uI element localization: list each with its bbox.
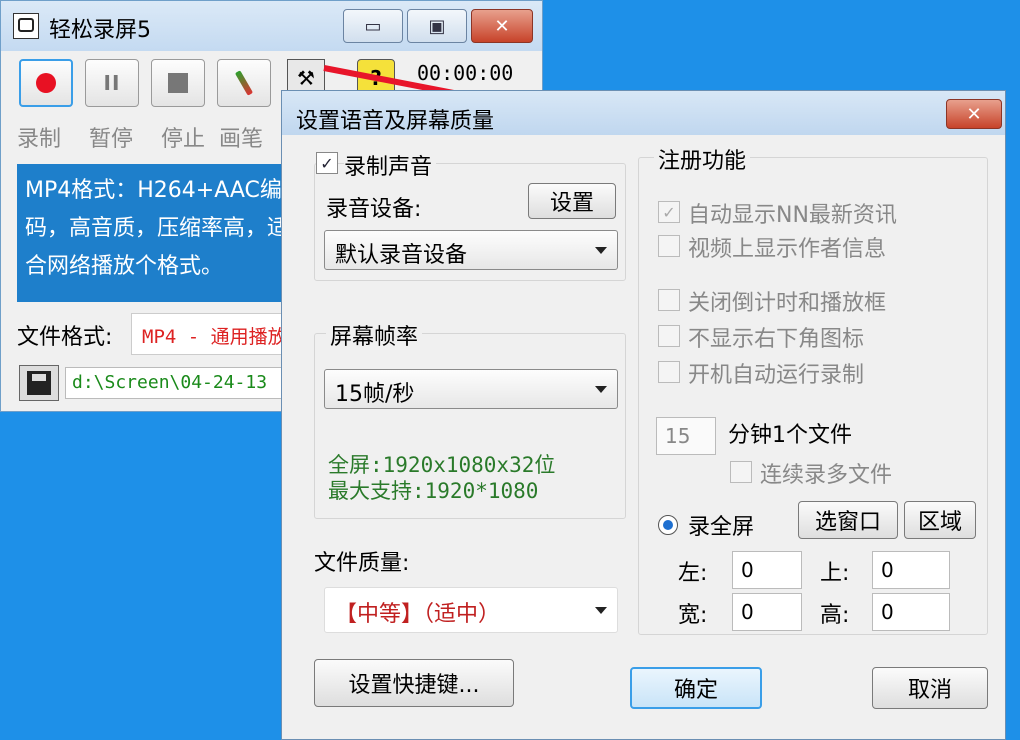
ok-button[interactable]: 确定 [630, 667, 762, 709]
audio-device-select[interactable]: 默认录音设备 [324, 230, 618, 270]
option-author-label: 视频上显示作者信息 [688, 237, 887, 262]
top-label: 上: [820, 561, 850, 586]
label-record: 录制 [17, 127, 62, 152]
dialog-title: 设置语音及屏幕质量 [296, 109, 495, 134]
label-draw: 画笔 [219, 127, 264, 152]
main-window-title: 轻松录屏5 [49, 18, 151, 43]
dialog-close-button[interactable]: ✕ [946, 99, 1002, 129]
audio-settings-button[interactable]: 设置 [528, 183, 616, 219]
maximize-button[interactable]: ▣ [407, 9, 467, 43]
label-pause: 暂停 [89, 127, 134, 152]
region-button[interactable]: 区域 [904, 501, 976, 539]
option-news-label: 自动显示NN最新资讯 [688, 203, 897, 228]
stop-icon [168, 73, 188, 93]
pause-button[interactable]: II [85, 59, 139, 107]
floppy-icon [27, 371, 51, 395]
framerate-select[interactable]: 15帧/秒 [324, 369, 618, 409]
draw-button[interactable] [217, 59, 271, 107]
continuous-record-label: 连续录多文件 [760, 463, 893, 488]
file-quality-value: 【中等】（适中） [335, 602, 501, 627]
hammer-icon: ⚒ [297, 66, 315, 90]
registered-group-title: 注册功能 [654, 143, 751, 175]
option-news-checkbox[interactable]: ✓ [658, 201, 680, 223]
record-sound-checkbox[interactable]: ✓ [316, 152, 338, 174]
fullscreen-radio[interactable] [658, 515, 678, 535]
format-info-box: MP4格式：H264+AAC编码，高音质，压缩率高，适合网络播放个格式。 [17, 164, 317, 302]
option-autorun-checkbox[interactable] [658, 361, 680, 383]
label-stop: 停止 [161, 127, 206, 152]
record-icon [36, 73, 56, 93]
audio-device-value: 默认录音设备 [335, 243, 468, 268]
option-countdown-checkbox[interactable] [658, 289, 680, 311]
select-window-button[interactable]: 选窗口 [798, 501, 898, 539]
split-minutes-label: 分钟1个文件 [728, 423, 852, 448]
main-titlebar[interactable]: 轻松录屏5 ▭ ▣ ✕ [1, 1, 542, 51]
max-support-info: 最大支持:1920*1080 [328, 479, 539, 503]
dialog-titlebar[interactable]: 设置语音及屏幕质量 ✕ [282, 91, 1005, 135]
height-label: 高: [820, 603, 850, 628]
save-folder-button[interactable] [19, 365, 59, 401]
hotkey-button[interactable]: 设置快捷键... [314, 659, 514, 707]
quality-settings-dialog: 设置语音及屏幕质量 ✕ ✓ 录制声音 录音设备: 设置 默认录音设备 屏幕帧率 … [281, 90, 1006, 740]
pause-icon: II [103, 71, 121, 95]
fullscreen-radio-label: 录全屏 [688, 515, 755, 540]
dropdown-arrow-icon [595, 386, 607, 393]
option-tray-icon-label: 不显示右下角图标 [688, 327, 865, 352]
framerate-value: 15帧/秒 [335, 382, 415, 407]
continuous-record-checkbox[interactable] [730, 461, 752, 483]
left-input[interactable]: 0 [732, 551, 802, 589]
option-tray-icon-checkbox[interactable] [658, 325, 680, 347]
minimize-button[interactable]: ▭ [343, 9, 403, 43]
option-autorun-label: 开机自动运行录制 [688, 363, 865, 388]
dropdown-arrow-icon [595, 607, 607, 614]
file-quality-label: 文件质量: [314, 551, 410, 576]
file-quality-select[interactable]: 【中等】（适中） [324, 587, 618, 633]
top-input[interactable]: 0 [872, 551, 950, 589]
option-author-checkbox[interactable] [658, 235, 680, 257]
framerate-group-title: 屏幕帧率 [326, 319, 423, 351]
option-countdown-label: 关闭倒计时和播放框 [688, 291, 887, 316]
pen-icon [234, 70, 254, 96]
split-minutes-input[interactable]: 15 [656, 417, 716, 455]
app-icon [13, 13, 39, 39]
record-sound-label: 录制声音 [344, 149, 437, 181]
cancel-button[interactable]: 取消 [872, 667, 988, 709]
audio-device-label: 录音设备: [326, 197, 422, 222]
stop-button[interactable] [151, 59, 205, 107]
dropdown-arrow-icon [595, 247, 607, 254]
record-button[interactable] [19, 59, 73, 107]
close-button[interactable]: ✕ [471, 9, 533, 43]
format-label: 文件格式: [17, 325, 113, 350]
height-input[interactable]: 0 [872, 593, 950, 631]
width-label: 宽: [678, 603, 708, 628]
width-input[interactable]: 0 [732, 593, 802, 631]
left-label: 左: [678, 561, 708, 586]
